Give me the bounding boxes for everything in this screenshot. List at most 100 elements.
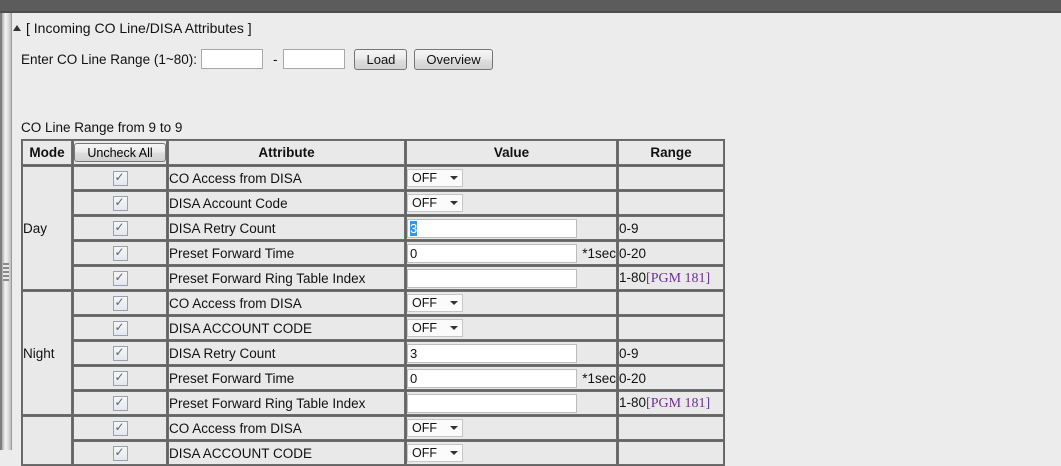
range-label: Enter CO Line Range (1~80): (21, 52, 197, 67)
value-select[interactable]: OFF (407, 444, 463, 462)
value-select[interactable]: OFF (407, 294, 463, 312)
range-info-text: CO Line Range from 9 to 9 (21, 120, 1061, 137)
table-row: ✓Preset Forward Time0*1sec0-20 (22, 366, 724, 390)
value-cell: 3 (406, 216, 617, 240)
value-container: OFF (407, 319, 616, 337)
row-checkbox[interactable]: ✓ (113, 346, 128, 361)
table-row: ✓DISA Account CodeOFF (22, 191, 724, 215)
attributes-table: Mode Uncheck All Attribute Value Range D… (21, 139, 725, 466)
value-input[interactable]: 0 (407, 244, 577, 263)
value-container: 3 (407, 344, 616, 363)
checkbox-cell: ✓ (73, 191, 167, 215)
main-panel: [ Incoming CO Line/DISA Attributes ] Ent… (12, 13, 1061, 450)
range-cell (618, 416, 724, 440)
checkbox-cell: ✓ (73, 291, 167, 315)
value-input[interactable]: 3 (407, 219, 577, 238)
value-select-text: OFF (412, 421, 437, 435)
value-suffix: *1sec (582, 246, 616, 261)
collapse-arrow-icon[interactable] (13, 25, 21, 31)
header-attribute: Attribute (168, 140, 405, 165)
checkbox-check-icon: ✓ (115, 220, 125, 234)
value-cell: OFF (406, 316, 617, 340)
range-to-input[interactable] (283, 49, 345, 69)
value-select[interactable]: OFF (407, 194, 463, 212)
pgm-link[interactable]: [PGM 181] (646, 396, 710, 411)
row-checkbox[interactable]: ✓ (113, 196, 128, 211)
row-checkbox[interactable]: ✓ (113, 171, 128, 186)
value-select[interactable]: OFF (407, 319, 463, 337)
value-suffix: *1sec (582, 371, 616, 386)
checkbox-check-icon: ✓ (115, 170, 125, 184)
row-checkbox[interactable]: ✓ (113, 421, 128, 436)
value-cell: OFF (406, 416, 617, 440)
range-entry-row: Enter CO Line Range (1~80): - Load Overv… (21, 48, 1061, 70)
header-uncheck: Uncheck All (73, 140, 167, 165)
value-cell: OFF (406, 191, 617, 215)
table-row: ✓DISA Retry Count30-9 (22, 341, 724, 365)
range-cell (618, 166, 724, 190)
attribute-label: Preset Forward Ring Table Index (168, 266, 405, 290)
row-checkbox[interactable]: ✓ (113, 246, 128, 261)
row-checkbox[interactable]: ✓ (113, 446, 128, 461)
row-checkbox[interactable]: ✓ (113, 396, 128, 411)
attribute-label: CO Access from DISA (168, 291, 405, 315)
value-cell: 3 (406, 341, 617, 365)
chevron-down-icon (450, 301, 458, 305)
attribute-label: CO Access from DISA (168, 416, 405, 440)
value-container: 3 (407, 219, 616, 238)
checkbox-check-icon: ✓ (115, 270, 125, 284)
checkbox-cell: ✓ (73, 241, 167, 265)
value-container: OFF (407, 444, 616, 462)
chevron-down-icon (450, 451, 458, 455)
header-range: Range (618, 140, 724, 165)
frame-splitter[interactable] (2, 13, 12, 450)
range-cell (618, 441, 724, 465)
pgm-link[interactable]: [PGM 181] (646, 271, 710, 286)
value-input[interactable]: 3 (407, 344, 577, 363)
attribute-label: DISA Retry Count (168, 216, 405, 240)
uncheck-all-button[interactable]: Uncheck All (74, 143, 166, 162)
chevron-down-icon (450, 201, 458, 205)
chevron-down-icon (450, 326, 458, 330)
table-row: ✓ Preset Forward Ring Table Index 1-80[PGM… (22, 266, 724, 290)
attribute-label: DISA ACCOUNT CODE (168, 441, 405, 465)
value-input[interactable] (407, 269, 577, 288)
table-row: ✓Preset Forward Time0*1sec0-20 (22, 241, 724, 265)
value-input[interactable] (407, 394, 577, 413)
value-select[interactable]: OFF (407, 169, 463, 187)
checkbox-cell: ✓ (73, 391, 167, 415)
value-input-text: 0 (410, 371, 417, 386)
value-container: OFF (407, 419, 616, 437)
attribute-label: CO Access from DISA (168, 166, 405, 190)
row-checkbox[interactable]: ✓ (113, 296, 128, 311)
checkbox-check-icon: ✓ (115, 295, 125, 309)
splitter-grip-icon[interactable] (3, 263, 9, 281)
row-checkbox[interactable]: ✓ (113, 371, 128, 386)
checkbox-cell: ✓ (73, 166, 167, 190)
checkbox-cell: ✓ (73, 341, 167, 365)
row-checkbox[interactable]: ✓ (113, 221, 128, 236)
value-input[interactable]: 0 (407, 369, 577, 388)
row-checkbox[interactable]: ✓ (113, 271, 128, 286)
value-select-text: OFF (412, 321, 437, 335)
value-select[interactable]: OFF (407, 419, 463, 437)
chevron-down-icon (450, 176, 458, 180)
row-checkbox[interactable]: ✓ (113, 321, 128, 336)
value-select-text: OFF (412, 196, 437, 210)
mode-cell: Night (22, 291, 72, 415)
range-from-input[interactable] (201, 49, 263, 69)
range-text: 0-20 (619, 246, 646, 261)
overview-button[interactable]: Overview (414, 49, 492, 70)
mode-cell (22, 416, 72, 465)
chevron-down-icon (450, 426, 458, 430)
value-select-text: OFF (412, 171, 437, 185)
panel-title: [ Incoming CO Line/DISA Attributes ] (26, 20, 252, 36)
checkbox-check-icon: ✓ (115, 195, 125, 209)
value-cell (406, 266, 617, 290)
checkbox-check-icon: ✓ (115, 445, 125, 459)
range-cell: 1-80[PGM 181] (618, 266, 724, 290)
table-row: ✓ DISA ACCOUNT CODEOFF (22, 441, 724, 465)
load-button[interactable]: Load (354, 49, 407, 70)
checkbox-check-icon: ✓ (115, 420, 125, 434)
range-cell: 0-9 (618, 341, 724, 365)
